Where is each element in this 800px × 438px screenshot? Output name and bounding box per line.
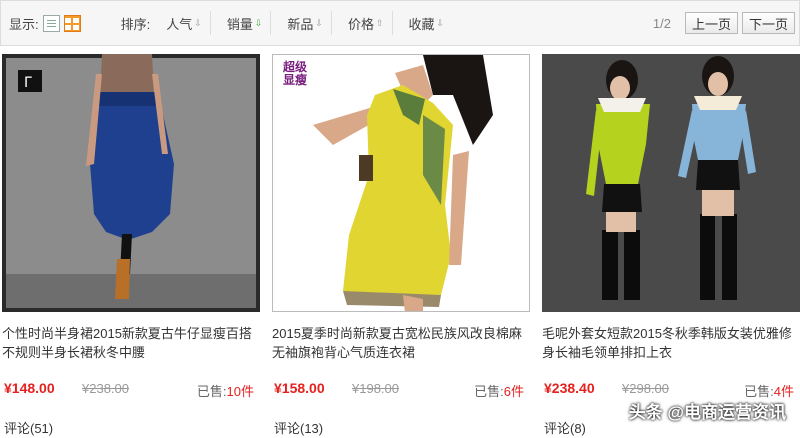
product-reviews[interactable]: 评论(51) xyxy=(4,418,53,437)
prev-page-button[interactable]: 上一页 xyxy=(684,12,738,34)
promo-badge-line2: 显瘦 xyxy=(282,73,307,87)
sort-popularity[interactable]: 人气 ⇩ xyxy=(158,11,211,35)
sort-popularity-label: 人气 xyxy=(166,16,193,32)
sort-up-arrow-icon: ⇧ xyxy=(375,17,384,28)
sort-down-arrow-icon: ⇩ xyxy=(315,17,323,28)
page-indicator: 1/2 xyxy=(652,15,671,31)
promo-badge: 超级 显瘦 xyxy=(281,61,309,87)
product-reviews[interactable]: 评论(13) xyxy=(274,418,323,437)
product-sold: 已售:10件 xyxy=(197,381,254,400)
grid-view-icon[interactable] xyxy=(63,14,81,32)
sort-sales[interactable]: 销量 ⇩ xyxy=(219,11,272,35)
sort-sales-label: 销量 xyxy=(226,16,253,32)
sold-label: 已售: xyxy=(474,384,504,399)
sort-new[interactable]: 新品 ⇩ xyxy=(279,11,332,35)
product-price: ¥158.00 xyxy=(274,380,325,396)
product-reviews[interactable]: 评论(8) xyxy=(544,418,586,437)
product-original-price: ¥298.00 xyxy=(622,381,669,396)
yellow-dress-photo xyxy=(273,55,529,311)
sort-price-label: 价格 xyxy=(347,16,374,32)
sort-toolbar: 显示: 排序: 人气 ⇩ 销量 ⇩ 新品 ⇩ 价格 ⇧ 收藏 ⇩ 1/2 上一页… xyxy=(0,0,800,46)
sort-label: 排序: xyxy=(120,16,151,32)
sort-down-arrow-icon: ⇩ xyxy=(254,17,263,28)
sold-count: 4件 xyxy=(773,384,794,399)
wool-coat-photo xyxy=(542,54,800,312)
product-title[interactable]: 个性时尚半身裙2015新款夏古牛仔显瘦百搭不规则半身长裙秋冬中腰 xyxy=(2,324,260,362)
product-image[interactable]: 超级 显瘦 xyxy=(272,54,530,312)
product-title[interactable]: 毛呢外套女短款2015冬秋季韩版女装优雅修身长袖毛领单排扣上衣 xyxy=(542,324,800,362)
sold-count: 10件 xyxy=(226,384,254,399)
sort-favorites[interactable]: 收藏 ⇩ xyxy=(401,11,453,35)
sold-label: 已售: xyxy=(744,384,774,399)
product-original-price: ¥198.00 xyxy=(352,381,399,396)
product-original-price: ¥238.00 xyxy=(82,381,129,396)
product-grid: ᒥ 个性时尚半身裙2015新款夏古牛仔显瘦百搭不规则半身长裙秋冬中腰 ¥148.… xyxy=(0,46,800,438)
product-card[interactable]: ᒥ 个性时尚半身裙2015新款夏古牛仔显瘦百搭不规则半身长裙秋冬中腰 ¥148.… xyxy=(2,54,260,437)
sort-down-arrow-icon: ⇩ xyxy=(194,17,202,28)
product-price: ¥148.00 xyxy=(4,380,55,396)
watermark-text: 头条 @电商运营资讯 xyxy=(628,403,786,422)
denim-skirt-photo: ᒥ xyxy=(2,54,260,312)
product-title[interactable]: 2015夏季时尚新款夏古宽松民族风改良棉麻无袖旗袍背心气质连衣裙 xyxy=(272,324,530,362)
sold-count: 6件 xyxy=(503,384,524,399)
product-card[interactable]: 毛呢外套女短款2015冬秋季韩版女装优雅修身长袖毛领单排扣上衣 ¥238.40 … xyxy=(542,54,800,437)
view-label: 显示: xyxy=(9,16,39,32)
product-card[interactable]: 超级 显瘦 2015夏季时尚新款夏古宽松民族风改良棉麻无袖旗袍背心气质连衣裙 ¥… xyxy=(272,54,530,437)
next-page-button[interactable]: 下一页 xyxy=(741,12,795,34)
sort-favorites-label: 收藏 xyxy=(408,16,435,32)
product-sold: 已售:6件 xyxy=(474,381,524,400)
svg-text:ᒥ: ᒥ xyxy=(24,75,32,91)
product-price: ¥238.40 xyxy=(544,380,595,396)
sort-down-arrow-icon: ⇩ xyxy=(436,17,445,28)
sort-new-label: 新品 xyxy=(287,16,314,32)
list-view-icon[interactable] xyxy=(42,14,60,32)
sold-label: 已售: xyxy=(196,384,227,399)
sort-price[interactable]: 价格 ⇧ xyxy=(340,11,393,35)
product-image[interactable]: ᒥ xyxy=(2,54,260,312)
product-image[interactable] xyxy=(542,54,800,312)
